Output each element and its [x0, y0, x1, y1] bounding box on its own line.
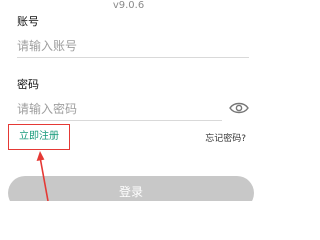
version-label: v9.0.6	[112, 0, 145, 11]
register-link[interactable]: 立即注册	[8, 124, 70, 150]
eye-icon[interactable]	[229, 100, 249, 114]
forgot-password-link[interactable]: 忘记密码?	[205, 131, 246, 144]
login-page: v9.0.6 账号 密码 立即注册 忘记密码? 登录	[0, 0, 257, 201]
password-input[interactable]	[17, 98, 222, 121]
login-button[interactable]: 登录	[8, 176, 254, 201]
password-label: 密码	[17, 78, 39, 91]
account-label: 账号	[17, 15, 39, 28]
account-input[interactable]	[17, 35, 249, 58]
